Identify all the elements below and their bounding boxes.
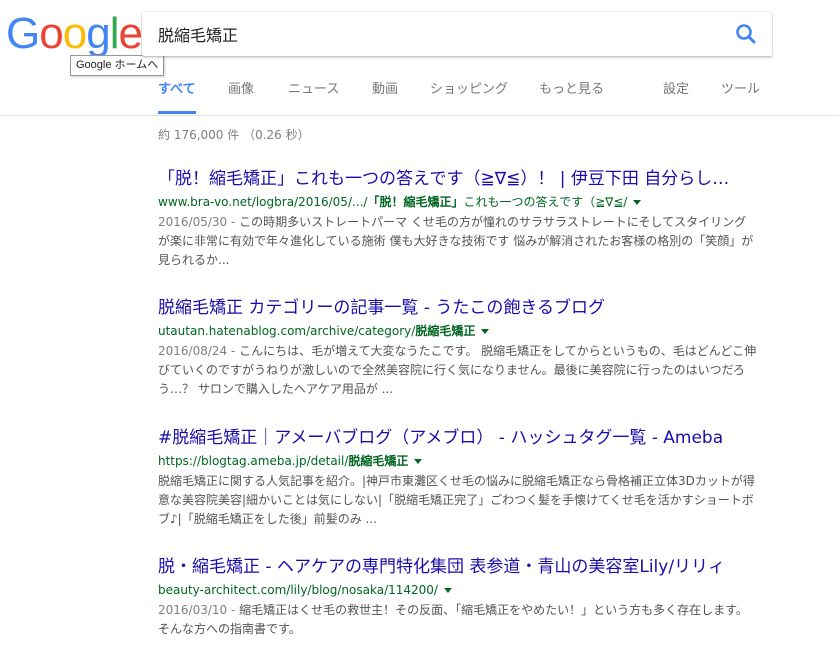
result-title-link[interactable]: #脱縮毛矯正｜アメーバブログ（アメブロ） - ハッシュタグ一覧 - Ameba: [158, 427, 758, 449]
search-result: 脱縮毛矯正 カテゴリーの記事一覧 - うたこの飽きるブログ utautan.ha…: [158, 297, 798, 399]
result-url: https://blogtag.ameba.jp/detail/脱縮毛矯正: [158, 452, 798, 470]
tab-all[interactable]: すべて: [158, 74, 196, 114]
result-snippet: 2016/03/10 - 縮毛矯正はくせ毛の救世主！その反面、「縮毛矯正をやめた…: [158, 601, 758, 639]
search-result: #脱縮毛矯正｜アメーバブログ（アメブロ） - ハッシュタグ一覧 - Ameba …: [158, 427, 798, 529]
result-menu-caret-icon[interactable]: [481, 329, 490, 334]
search-tabs: すべて 画像 ニュース 動画 ショッピング もっと見る 設定 ツール: [0, 74, 839, 115]
result-stats: 約 176,000 件 （0.26 秒）: [158, 128, 310, 142]
tab-settings[interactable]: 設定: [663, 74, 689, 114]
tab-more[interactable]: もっと見る: [539, 74, 604, 114]
result-url: www.bra-vo.net/logbra/2016/05/.../「脱！縮毛矯…: [158, 193, 798, 211]
logo-letter: o: [39, 9, 64, 58]
result-date: 2016/08/24 -: [158, 344, 240, 358]
result-url-text: utautan.hatenablog.com/archive/category/: [158, 324, 416, 338]
result-date: 2016/03/10 -: [158, 603, 240, 617]
result-menu-caret-icon[interactable]: [414, 459, 423, 464]
logo-letter: G: [6, 9, 40, 58]
result-url: utautan.hatenablog.com/archive/category/…: [158, 322, 798, 340]
result-snippet: 2016/08/24 - こんにちは、毛が増えて大変なうたこです。 脱縮毛矯正を…: [158, 342, 758, 399]
search-icon: [736, 24, 756, 44]
logo-letter: g: [86, 9, 111, 58]
result-snippet-text: 縮毛矯正はくせ毛の救世主！その反面、「縮毛矯正をやめたい！」という方も多く存在し…: [158, 603, 748, 636]
tab-images[interactable]: 画像: [228, 74, 254, 114]
result-date: 2016/05/30 -: [158, 215, 240, 229]
result-url: beauty-architect.com/lily/blog/nosaka/11…: [158, 581, 798, 599]
result-title-link[interactable]: 「脱！縮毛矯正」これも一つの答えです（≧∇≦）！ | 伊豆下田 自分らし…: [158, 168, 758, 190]
result-menu-caret-icon[interactable]: [443, 588, 452, 593]
result-url-text: https://blogtag.ameba.jp/detail/: [158, 454, 349, 468]
tab-videos[interactable]: 動画: [372, 74, 398, 114]
tab-shopping[interactable]: ショッピング: [430, 74, 508, 114]
result-snippet-text: 脱縮毛矯正に関する人気記事を紹介。|神戸市東灘区くせ毛の悩みに脱縮毛矯正なら骨格…: [158, 474, 755, 526]
header: Google Google ホームへ すべて 画像 ニュース 動画 ショッピング…: [0, 0, 839, 116]
result-url-highlight: 脱縮毛矯正: [348, 454, 409, 468]
result-title-link[interactable]: 脱縮毛矯正 カテゴリーの記事一覧 - うたこの飽きるブログ: [158, 297, 758, 319]
result-snippet: 2016/05/30 - この時期多いストレートパーマ くせ毛の方が憧れのサラサ…: [158, 213, 758, 270]
logo-tooltip: Google ホームへ: [70, 55, 165, 76]
logo-letter: o: [62, 9, 88, 58]
result-url-highlight: 「脱！縮毛矯正」: [367, 195, 464, 209]
search-box: [142, 12, 772, 56]
result-url-text: www.bra-vo.net/logbra/2016/05/.../: [158, 195, 368, 209]
result-snippet-text: この時期多いストレートパーマ くせ毛の方が憧れのサラサラストレートにそしてスタイ…: [158, 215, 754, 267]
google-logo[interactable]: Google: [6, 9, 143, 58]
tab-news[interactable]: ニュース: [288, 74, 339, 114]
search-button[interactable]: [724, 12, 768, 56]
result-url-highlight: 脱縮毛矯正: [415, 324, 476, 338]
search-input[interactable]: [158, 12, 718, 56]
search-result: 「脱！縮毛矯正」これも一つの答えです（≧∇≦）！ | 伊豆下田 自分らし… ww…: [158, 168, 798, 270]
result-url-rest: これも一つの答えです（≧∇≦/: [463, 195, 628, 209]
tab-tools[interactable]: ツール: [721, 74, 760, 114]
result-snippet-text: こんにちは、毛が増えて大変なうたこです。 脱縮毛矯正をしてからというもの、毛はど…: [158, 344, 757, 396]
result-menu-caret-icon[interactable]: [633, 200, 642, 205]
logo-letter: e: [118, 9, 143, 58]
search-result: 脱・縮毛矯正 - ヘアケアの専門特化集団 表参道・青山の美容室Lily/リリィ …: [158, 556, 798, 639]
result-snippet: 脱縮毛矯正に関する人気記事を紹介。|神戸市東灘区くせ毛の悩みに脱縮毛矯正なら骨格…: [158, 472, 758, 529]
result-title-link[interactable]: 脱・縮毛矯正 - ヘアケアの専門特化集団 表参道・青山の美容室Lily/リリィ: [158, 556, 758, 578]
result-url-text: beauty-architect.com/lily/blog/nosaka/11…: [158, 583, 438, 597]
logo-letter: l: [109, 9, 120, 58]
